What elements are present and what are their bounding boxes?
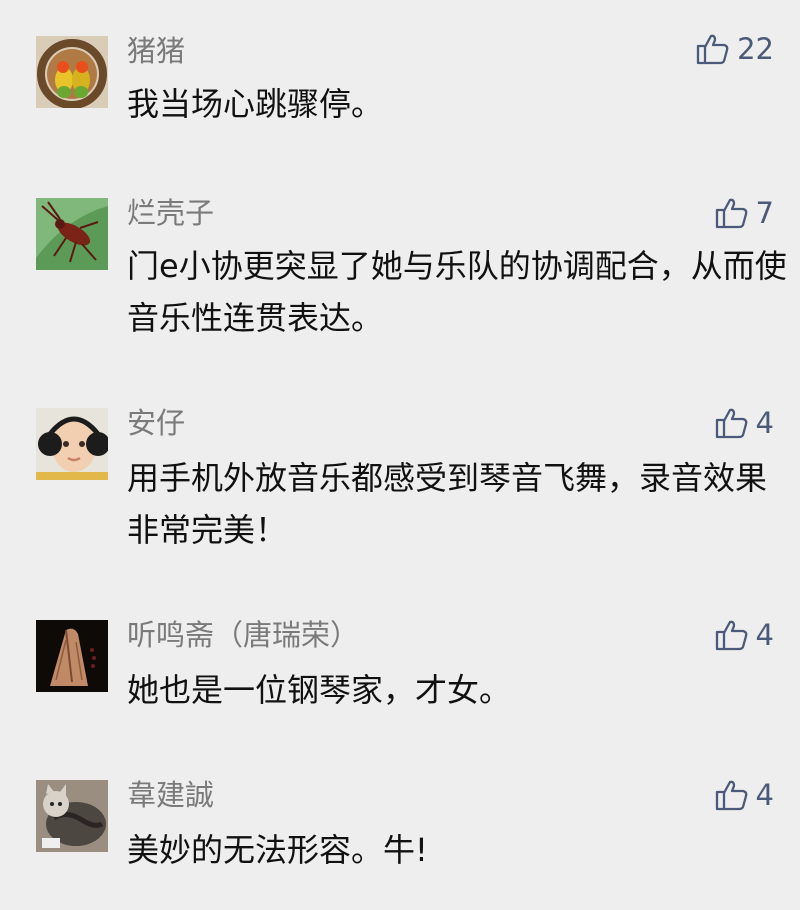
thumbs-up-icon: [714, 405, 750, 441]
cat-avatar[interactable]: [36, 780, 108, 852]
like-button[interactable]: 4: [714, 403, 774, 443]
thumbs-up-icon: [714, 777, 750, 813]
comment-author[interactable]: 安仔: [127, 406, 185, 440]
like-button[interactable]: 4: [714, 775, 774, 815]
like-button[interactable]: 7: [714, 193, 774, 233]
comment-text: 用手机外放音乐都感受到琴音飞舞，录音效果非常完美！: [127, 459, 768, 549]
thumbs-up-icon: [714, 617, 750, 653]
comment-author[interactable]: 韋建誠: [127, 778, 214, 812]
insect-on-leaf-avatar[interactable]: [36, 198, 108, 270]
comment-author[interactable]: 听鸣斋（唐瑞荣）: [127, 618, 359, 652]
comment-author[interactable]: 猪猪: [127, 34, 185, 68]
comment-text: 门e小协更突显了她与乐队的协调配合，从而使音乐性连贯表达。: [127, 247, 787, 337]
like-count: 4: [755, 778, 774, 812]
like-button[interactable]: 4: [714, 615, 774, 655]
praying-hands-avatar[interactable]: [36, 620, 108, 692]
like-count: 7: [755, 196, 774, 230]
lovebirds-avatar[interactable]: [36, 36, 108, 108]
like-count: 4: [755, 618, 774, 652]
like-button[interactable]: 22: [695, 29, 774, 69]
like-count: 22: [737, 32, 774, 66]
like-count: 4: [755, 406, 774, 440]
comment-text: 美妙的无法形容。牛!: [127, 831, 428, 869]
thumbs-up-icon: [695, 31, 731, 67]
baby-earmuffs-avatar[interactable]: [36, 408, 108, 480]
comment-author[interactable]: 烂壳子: [127, 196, 214, 230]
thumbs-up-icon: [714, 195, 750, 231]
comment-text: 她也是一位钢琴家，才女。: [127, 671, 512, 709]
comment-text: 我当场心跳骤停。: [127, 85, 384, 123]
